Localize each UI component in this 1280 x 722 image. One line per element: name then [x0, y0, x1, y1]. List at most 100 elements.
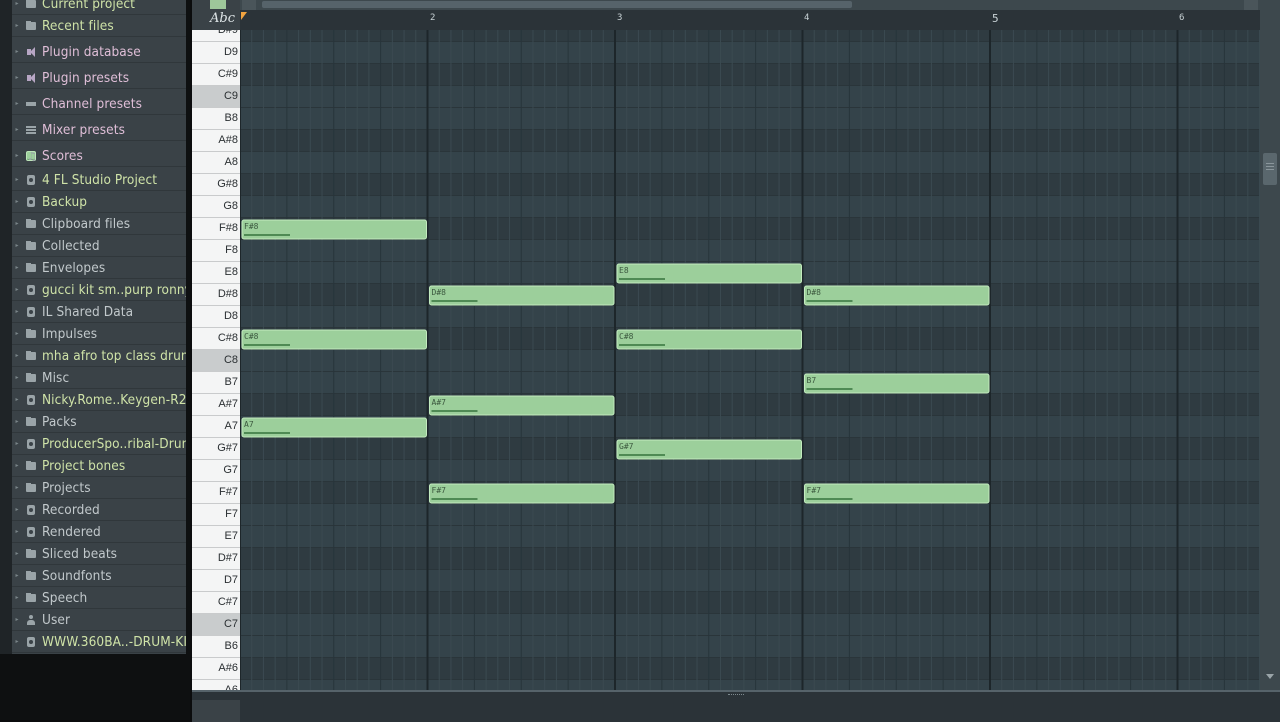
piano-key[interactable]: G#7	[192, 438, 240, 460]
note[interactable]: C#8	[616, 329, 802, 350]
note[interactable]: F#7	[804, 483, 990, 504]
piano-key[interactable]: D#8	[192, 284, 240, 306]
note[interactable]: A7	[241, 417, 427, 438]
browser-item[interactable]: ▸ Mixer presets	[12, 119, 186, 141]
expand-arrow-icon[interactable]: ▸	[12, 462, 22, 469]
piano-key[interactable]: A7	[192, 416, 240, 438]
expand-arrow-icon[interactable]: ▸	[12, 48, 22, 55]
piano-key[interactable]: D8	[192, 306, 240, 328]
note-grid[interactable]: F#8 C#8 A7 D#8 A#7 F#7 E8 C#8 G#7 D#8 B7 F#7	[240, 30, 1260, 690]
scroll-left-button[interactable]	[242, 0, 256, 10]
piano-key[interactable]: D#9	[192, 30, 240, 42]
note[interactable]: E8	[616, 263, 802, 284]
piano-key[interactable]: F#7	[192, 482, 240, 504]
browser-item[interactable]: ▸ WWW.360BA..-DRUM-KIT	[12, 631, 186, 653]
expand-arrow-icon[interactable]: ▸	[12, 100, 22, 107]
expand-arrow-icon[interactable]: ▸	[12, 638, 22, 645]
expand-arrow-icon[interactable]: ▸	[12, 506, 22, 513]
vertical-scrollbar[interactable]	[1260, 10, 1280, 690]
browser-item[interactable]: ▸ Backup	[12, 191, 186, 213]
browser-item[interactable]: ▸ Sliced beats	[12, 543, 186, 565]
expand-arrow-icon[interactable]: ▸	[12, 418, 22, 425]
expand-arrow-icon[interactable]: ▸	[12, 74, 22, 81]
browser-item[interactable]: ▸ Clipboard files	[12, 213, 186, 235]
note[interactable]: F#7	[429, 483, 615, 504]
note-body[interactable]	[616, 329, 802, 350]
expand-arrow-icon[interactable]: ▸	[12, 242, 22, 249]
piano-key[interactable]: D#7	[192, 548, 240, 570]
browser-item[interactable]: ▸ Impulses	[12, 323, 186, 345]
piano-key[interactable]: B7	[192, 372, 240, 394]
expand-arrow-icon[interactable]: ▸	[12, 616, 22, 623]
expand-arrow-icon[interactable]: ▸	[12, 594, 22, 601]
note-body[interactable]	[429, 483, 615, 504]
browser-item[interactable]: ▸ Project bones	[12, 455, 186, 477]
piano-key[interactable]: D9	[192, 42, 240, 64]
piano-key[interactable]: C#8	[192, 328, 240, 350]
expand-arrow-icon[interactable]: ▸	[12, 550, 22, 557]
piano-key[interactable]: A#8	[192, 130, 240, 152]
piano-key[interactable]: A#7	[192, 394, 240, 416]
browser-item[interactable]: ▸ IL Shared Data	[12, 301, 186, 323]
browser-item[interactable]: ▸ Packs	[12, 411, 186, 433]
expand-arrow-icon[interactable]: ▸	[12, 484, 22, 491]
browser-item[interactable]: ▸ Plugin presets	[12, 67, 186, 89]
piano-key[interactable]: F8	[192, 240, 240, 262]
browser-item[interactable]: ▸ mha afro top class drums	[12, 345, 186, 367]
expand-arrow-icon[interactable]: ▸	[12, 152, 22, 159]
note[interactable]: F#8	[241, 219, 427, 240]
browser-item[interactable]: ▸ ♫ Scores	[12, 145, 186, 167]
expand-arrow-icon[interactable]: ▸	[12, 330, 22, 337]
piano-key[interactable]: C9	[192, 86, 240, 108]
browser-item[interactable]: ▸ gucci kit sm..purp ronny j	[12, 279, 186, 301]
expand-arrow-icon[interactable]: ▸	[12, 0, 22, 7]
piano-key[interactable]: A6	[192, 680, 240, 690]
browser-item[interactable]: ▸ Channel presets	[12, 93, 186, 115]
piano-key[interactable]: F#8	[192, 218, 240, 240]
expand-arrow-icon[interactable]: ▸	[12, 308, 22, 315]
expand-arrow-icon[interactable]: ▸	[12, 286, 22, 293]
expand-arrow-icon[interactable]: ▸	[12, 352, 22, 359]
browser-item[interactable]: ▸ Misc	[12, 367, 186, 389]
note[interactable]: B7	[804, 373, 990, 394]
playhead-marker-icon[interactable]	[241, 12, 247, 20]
browser-item[interactable]: ▸ ProducerSpo..ribal-Drums	[12, 433, 186, 455]
expand-arrow-icon[interactable]: ▸	[12, 126, 22, 133]
note-body[interactable]	[241, 219, 427, 240]
piano-key[interactable]: G8	[192, 196, 240, 218]
note-body[interactable]	[241, 329, 427, 350]
note-body[interactable]	[616, 263, 802, 284]
expand-arrow-icon[interactable]: ▸	[12, 220, 22, 227]
browser-item[interactable]: ▸ 4 FL Studio Project	[12, 169, 186, 191]
expand-arrow-icon[interactable]: ▸	[12, 176, 22, 183]
scrollbar-thumb[interactable]	[262, 1, 852, 8]
expand-arrow-icon[interactable]: ▸	[12, 198, 22, 205]
note-body[interactable]	[616, 439, 802, 460]
note-body[interactable]	[804, 483, 990, 504]
note[interactable]: G#7	[616, 439, 802, 460]
piano-key[interactable]: C#7	[192, 592, 240, 614]
browser-item[interactable]: ▸ Current project	[12, 0, 186, 15]
color-swatch[interactable]	[210, 0, 226, 9]
scroll-right-button[interactable]	[1244, 0, 1258, 10]
expand-arrow-icon[interactable]: ▸	[12, 528, 22, 535]
expand-arrow-icon[interactable]: ▸	[12, 22, 22, 29]
note-body[interactable]	[241, 417, 427, 438]
piano-key[interactable]: G7	[192, 460, 240, 482]
piano-key[interactable]: C7	[192, 614, 240, 636]
scroll-down-icon[interactable]	[1266, 674, 1274, 679]
piano-key[interactable]: F7	[192, 504, 240, 526]
expand-arrow-icon[interactable]: ▸	[12, 396, 22, 403]
piano-key[interactable]: E8	[192, 262, 240, 284]
resize-handle[interactable]	[728, 694, 744, 697]
browser-item[interactable]: ▸ User	[12, 609, 186, 631]
timeline-ruler[interactable]: 2 3 4 5 6	[192, 10, 1260, 31]
note[interactable]: D#8	[804, 285, 990, 306]
browser-item[interactable]: ▸ Envelopes	[12, 257, 186, 279]
note[interactable]: A#7	[429, 395, 615, 416]
browser-item[interactable]: ▸ Plugin database	[12, 41, 186, 63]
note-body[interactable]	[429, 285, 615, 306]
expand-arrow-icon[interactable]: ▸	[12, 264, 22, 271]
browser-item[interactable]: ▸ Projects	[12, 477, 186, 499]
piano-key[interactable]: A#6	[192, 658, 240, 680]
